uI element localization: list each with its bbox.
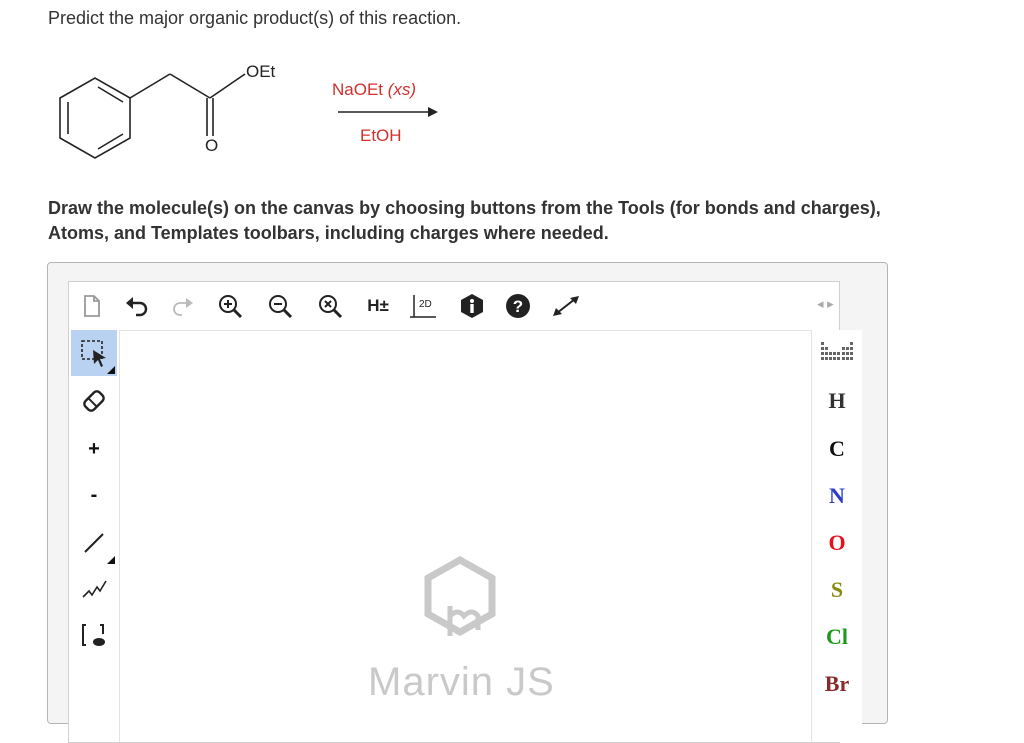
single-bond-tool-icon[interactable] xyxy=(71,520,117,566)
svg-text:?: ? xyxy=(513,297,523,316)
reagent-note: (xs) xyxy=(387,80,417,99)
positive-charge-label: + xyxy=(88,437,100,460)
fullscreen-icon[interactable] xyxy=(551,292,581,320)
solvent-label: EtOH xyxy=(360,126,402,145)
top-toolbar: H± 2D ? ◂ ▸ xyxy=(69,282,839,331)
oet-label: OEt xyxy=(246,62,276,81)
hydrogens-icon[interactable]: H± xyxy=(361,292,395,320)
atom-button-h[interactable]: H xyxy=(812,388,862,414)
atoms-toolbar: H C N O S Cl Br xyxy=(811,330,862,742)
instructions-line-1: Draw the molecule(s) on the canvas by ch… xyxy=(48,198,881,218)
marvin-logo-icon xyxy=(424,556,496,637)
atom-button-cl[interactable]: Cl xyxy=(812,624,862,650)
periodic-table-icon[interactable] xyxy=(821,342,853,369)
chain-tool-icon[interactable] xyxy=(71,566,117,612)
reaction-arrow xyxy=(338,107,438,117)
marvin-watermark: Marvin JS xyxy=(368,660,555,704)
instructions: Draw the molecule(s) on the canvas by ch… xyxy=(48,196,1018,246)
redo-icon[interactable] xyxy=(167,292,197,320)
atom-button-o[interactable]: O xyxy=(812,530,862,556)
zoom-in-icon[interactable] xyxy=(215,292,245,320)
drawing-canvas[interactable]: Marvin JS xyxy=(120,331,810,742)
help-icon[interactable]: ? xyxy=(503,292,533,320)
zoom-out-icon[interactable] xyxy=(265,292,295,320)
negative-charge-label: - xyxy=(90,483,98,506)
new-document-icon[interactable] xyxy=(77,292,107,320)
clean-2d-icon[interactable]: 2D xyxy=(409,292,439,320)
atom-button-br[interactable]: Br xyxy=(812,671,862,697)
negative-charge-tool[interactable]: - xyxy=(71,472,117,518)
positive-charge-tool[interactable]: + xyxy=(71,426,117,472)
tool-menu-corner-icon xyxy=(107,556,115,564)
atom-button-s[interactable]: S xyxy=(812,577,862,603)
atom-button-n[interactable]: N xyxy=(812,483,862,509)
question-text: Predict the major organic product(s) of … xyxy=(48,8,462,28)
reagent-name: NaOEt xyxy=(332,80,384,99)
selection-tool-icon[interactable] xyxy=(71,330,117,376)
eraser-tool-icon[interactable] xyxy=(71,378,117,424)
info-icon[interactable] xyxy=(457,292,487,320)
instructions-line-2: Atoms, and Templates toolbars, including… xyxy=(48,223,609,243)
zoom-reset-icon[interactable] xyxy=(315,292,345,320)
marvin-editor: H± 2D ? ◂ ▸ + - Marvin JS H C N O S Cl B… xyxy=(47,262,888,743)
left-toolbar: + - xyxy=(69,330,120,742)
carbonyl-oxygen-label: O xyxy=(205,136,219,155)
editor-panel: H± 2D ? ◂ ▸ + - Marvin JS H C N O S Cl B… xyxy=(68,281,862,743)
tool-menu-corner-icon xyxy=(107,366,115,374)
undo-icon[interactable] xyxy=(123,292,153,320)
toolbar-scroll-arrows-icon[interactable]: ◂ ▸ xyxy=(817,296,834,312)
bracket-tool-icon[interactable] xyxy=(71,612,117,658)
reagent-label: NaOEt (xs) xyxy=(332,80,416,100)
atom-button-c[interactable]: C xyxy=(812,436,862,462)
clean-2d-label: 2D xyxy=(419,299,432,310)
